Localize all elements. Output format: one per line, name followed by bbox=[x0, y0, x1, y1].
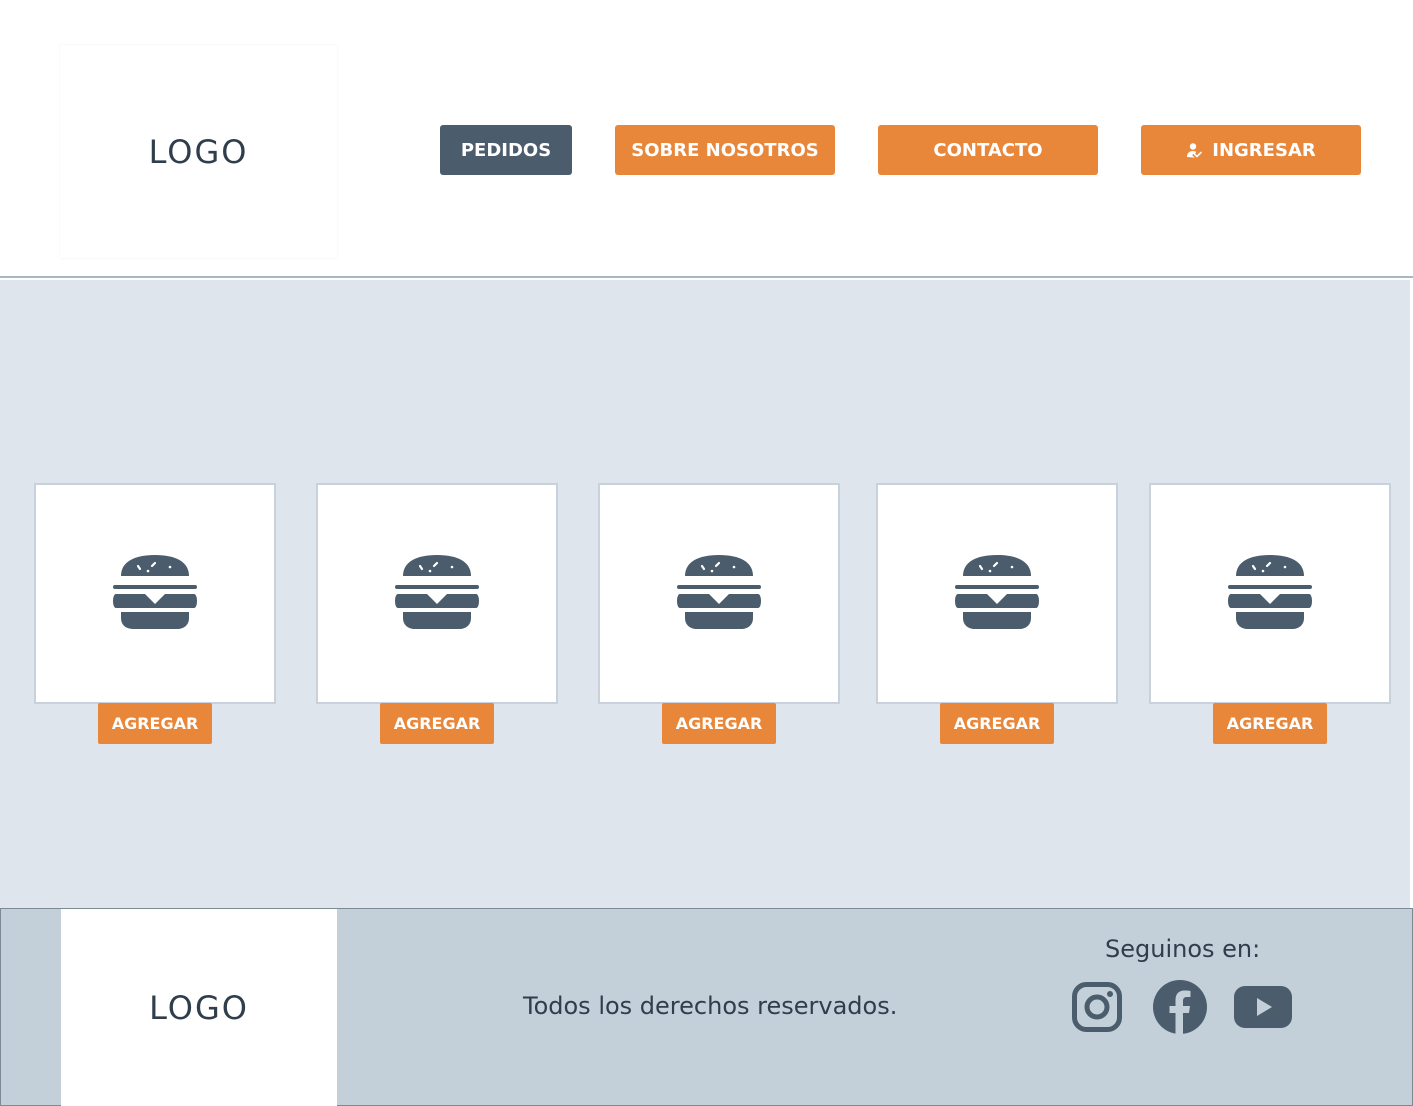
add-button-label: AGREGAR bbox=[111, 714, 199, 733]
burger-icon bbox=[954, 554, 1040, 634]
burger-icon bbox=[394, 554, 480, 634]
site-header: LOGO PEDIDOS SOBRE NOSOTROS CONTACTO ING… bbox=[0, 0, 1413, 278]
footer-logo[interactable]: LOGO bbox=[61, 909, 337, 1106]
header-logo-text: LOGO bbox=[148, 132, 249, 171]
product-card[interactable] bbox=[316, 483, 558, 704]
burger-icon bbox=[112, 554, 198, 634]
nav-sobre-nosotros-label: SOBRE NOSOTROS bbox=[631, 139, 819, 161]
add-button[interactable]: AGREGAR bbox=[380, 703, 494, 744]
facebook-icon[interactable] bbox=[1152, 979, 1208, 1035]
footer-logo-text: LOGO bbox=[149, 989, 249, 1027]
nav-ingresar-label: INGRESAR bbox=[1212, 139, 1316, 161]
burger-icon bbox=[1227, 554, 1313, 634]
nav-ingresar-button[interactable]: INGRESAR bbox=[1141, 125, 1361, 175]
add-button[interactable]: AGREGAR bbox=[662, 703, 776, 744]
add-button[interactable]: AGREGAR bbox=[1213, 703, 1327, 744]
nav-pedidos-button[interactable]: PEDIDOS bbox=[440, 125, 572, 175]
add-button-label: AGREGAR bbox=[675, 714, 763, 733]
product-card[interactable] bbox=[34, 483, 276, 704]
burger-icon bbox=[676, 554, 762, 634]
site-footer: LOGO Todos los derechos reservados. Segu… bbox=[0, 908, 1413, 1106]
follow-us-label: Seguinos en: bbox=[1105, 935, 1261, 963]
add-button[interactable]: AGREGAR bbox=[940, 703, 1054, 744]
products-section: AGREGAR AGREGAR AGREGAR AGREGAR AGREGAR bbox=[0, 280, 1410, 908]
product-card[interactable] bbox=[876, 483, 1118, 704]
add-button-label: AGREGAR bbox=[953, 714, 1041, 733]
youtube-icon[interactable] bbox=[1233, 979, 1293, 1035]
nav-contacto-label: CONTACTO bbox=[933, 139, 1043, 161]
instagram-icon[interactable] bbox=[1071, 979, 1123, 1035]
product-card[interactable] bbox=[598, 483, 840, 704]
nav-sobre-nosotros-button[interactable]: SOBRE NOSOTROS bbox=[615, 125, 835, 175]
product-card[interactable] bbox=[1149, 483, 1391, 704]
header-logo[interactable]: LOGO bbox=[60, 45, 337, 258]
nav-pedidos-label: PEDIDOS bbox=[460, 139, 552, 161]
nav-contacto-button[interactable]: CONTACTO bbox=[878, 125, 1098, 175]
add-button-label: AGREGAR bbox=[393, 714, 481, 733]
add-button-label: AGREGAR bbox=[1226, 714, 1314, 733]
add-button[interactable]: AGREGAR bbox=[98, 703, 212, 744]
copyright-text: Todos los derechos reservados. bbox=[523, 992, 898, 1020]
user-check-icon bbox=[1186, 142, 1203, 158]
